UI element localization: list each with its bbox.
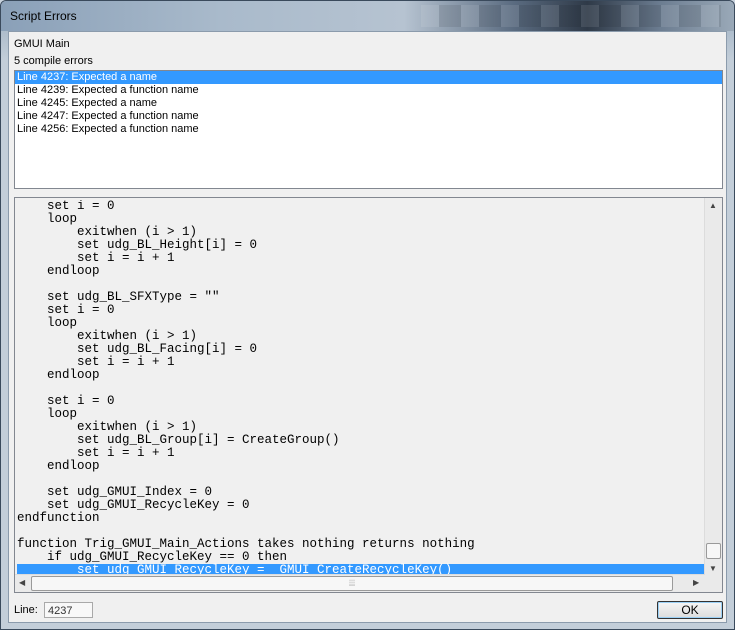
horizontal-scrollbar[interactable]: ◀ ⦙⦙⦙ ▶ bbox=[15, 574, 705, 592]
code-line: set udg_GMUI_RecycleKey = 0 bbox=[17, 498, 250, 512]
code-line: set udg_BL_SFXType = "" bbox=[17, 290, 220, 304]
error-list-item[interactable]: Line 4239: Expected a function name bbox=[15, 84, 722, 97]
code-line: set i = i + 1 bbox=[17, 251, 175, 265]
window-title: Script Errors bbox=[10, 9, 77, 23]
script-errors-window: Script Errors GMUI Main 5 compile errors… bbox=[0, 0, 735, 630]
vertical-scrollbar[interactable]: ▲ ▼ bbox=[704, 198, 722, 575]
title-bar[interactable]: Script Errors bbox=[1, 1, 734, 31]
triangle-right-icon[interactable]: ▶ bbox=[693, 578, 699, 587]
scrollbar-corner bbox=[705, 575, 722, 592]
error-list-item[interactable]: Line 4237: Expected a name bbox=[15, 71, 722, 84]
code-line: set i = 0 bbox=[17, 303, 115, 317]
line-number-field[interactable]: 4237 bbox=[44, 602, 93, 618]
code-line: endfunction bbox=[17, 511, 100, 525]
code-line: endloop bbox=[17, 368, 100, 382]
code-viewer[interactable]: set i = 0 loop exitwhen (i > 1) set udg_… bbox=[14, 197, 723, 593]
trigger-name-label: GMUI Main bbox=[14, 38, 70, 50]
error-list[interactable]: Line 4237: Expected a name Line 4239: Exp… bbox=[14, 70, 723, 189]
code-line: endloop bbox=[17, 459, 100, 473]
triangle-down-icon[interactable]: ▼ bbox=[709, 564, 717, 573]
ok-button[interactable]: OK bbox=[657, 601, 723, 619]
code-line: set i = i + 1 bbox=[17, 446, 175, 460]
dialog-client-area: GMUI Main 5 compile errors Line 4237: Ex… bbox=[8, 31, 727, 623]
code-text-area[interactable]: set i = 0 loop exitwhen (i > 1) set udg_… bbox=[17, 200, 705, 576]
code-line: endloop bbox=[17, 264, 100, 278]
error-list-item[interactable]: Line 4245: Expected a name bbox=[15, 97, 722, 110]
horizontal-scroll-thumb[interactable]: ⦙⦙⦙ bbox=[31, 576, 673, 591]
error-list-item[interactable]: Line 4247: Expected a function name bbox=[15, 110, 722, 123]
triangle-left-icon[interactable]: ◀ bbox=[19, 578, 25, 587]
error-list-item[interactable]: Line 4256: Expected a function name bbox=[15, 123, 722, 136]
line-label: Line: bbox=[14, 604, 38, 616]
code-line: set i = 0 bbox=[17, 200, 115, 213]
error-count-label: 5 compile errors bbox=[14, 55, 93, 67]
grip-icon: ⦙⦙⦙ bbox=[348, 578, 356, 588]
code-line: set i = 0 bbox=[17, 394, 115, 408]
vertical-scroll-thumb[interactable] bbox=[706, 543, 721, 559]
code-line: set i = i + 1 bbox=[17, 355, 175, 369]
background-window-ghost bbox=[421, 5, 721, 27]
triangle-up-icon[interactable]: ▲ bbox=[709, 201, 717, 210]
